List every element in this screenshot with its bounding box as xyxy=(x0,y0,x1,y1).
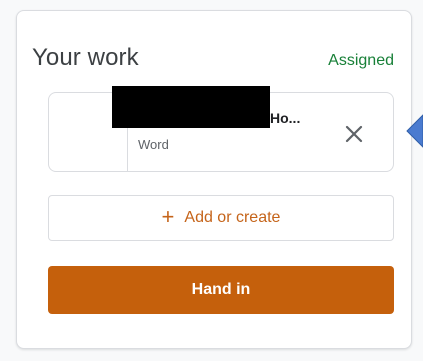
pointer-arrow-icon xyxy=(406,114,423,148)
redaction-block xyxy=(112,86,270,128)
attachment-file-name: Ho... xyxy=(270,110,301,126)
close-icon xyxy=(345,125,363,143)
status-badge: Assigned xyxy=(328,52,394,69)
add-or-create-label: Add or create xyxy=(184,209,281,226)
hand-in-label: Hand in xyxy=(191,281,251,298)
remove-attachment-button[interactable] xyxy=(338,118,370,150)
hand-in-button[interactable]: Hand in xyxy=(48,266,394,314)
card-title: Your work xyxy=(32,44,139,71)
plus-icon: + xyxy=(161,204,175,229)
attachment-file-type: Word xyxy=(138,137,169,152)
add-or-create-button[interactable]: + Add or create xyxy=(48,195,394,241)
